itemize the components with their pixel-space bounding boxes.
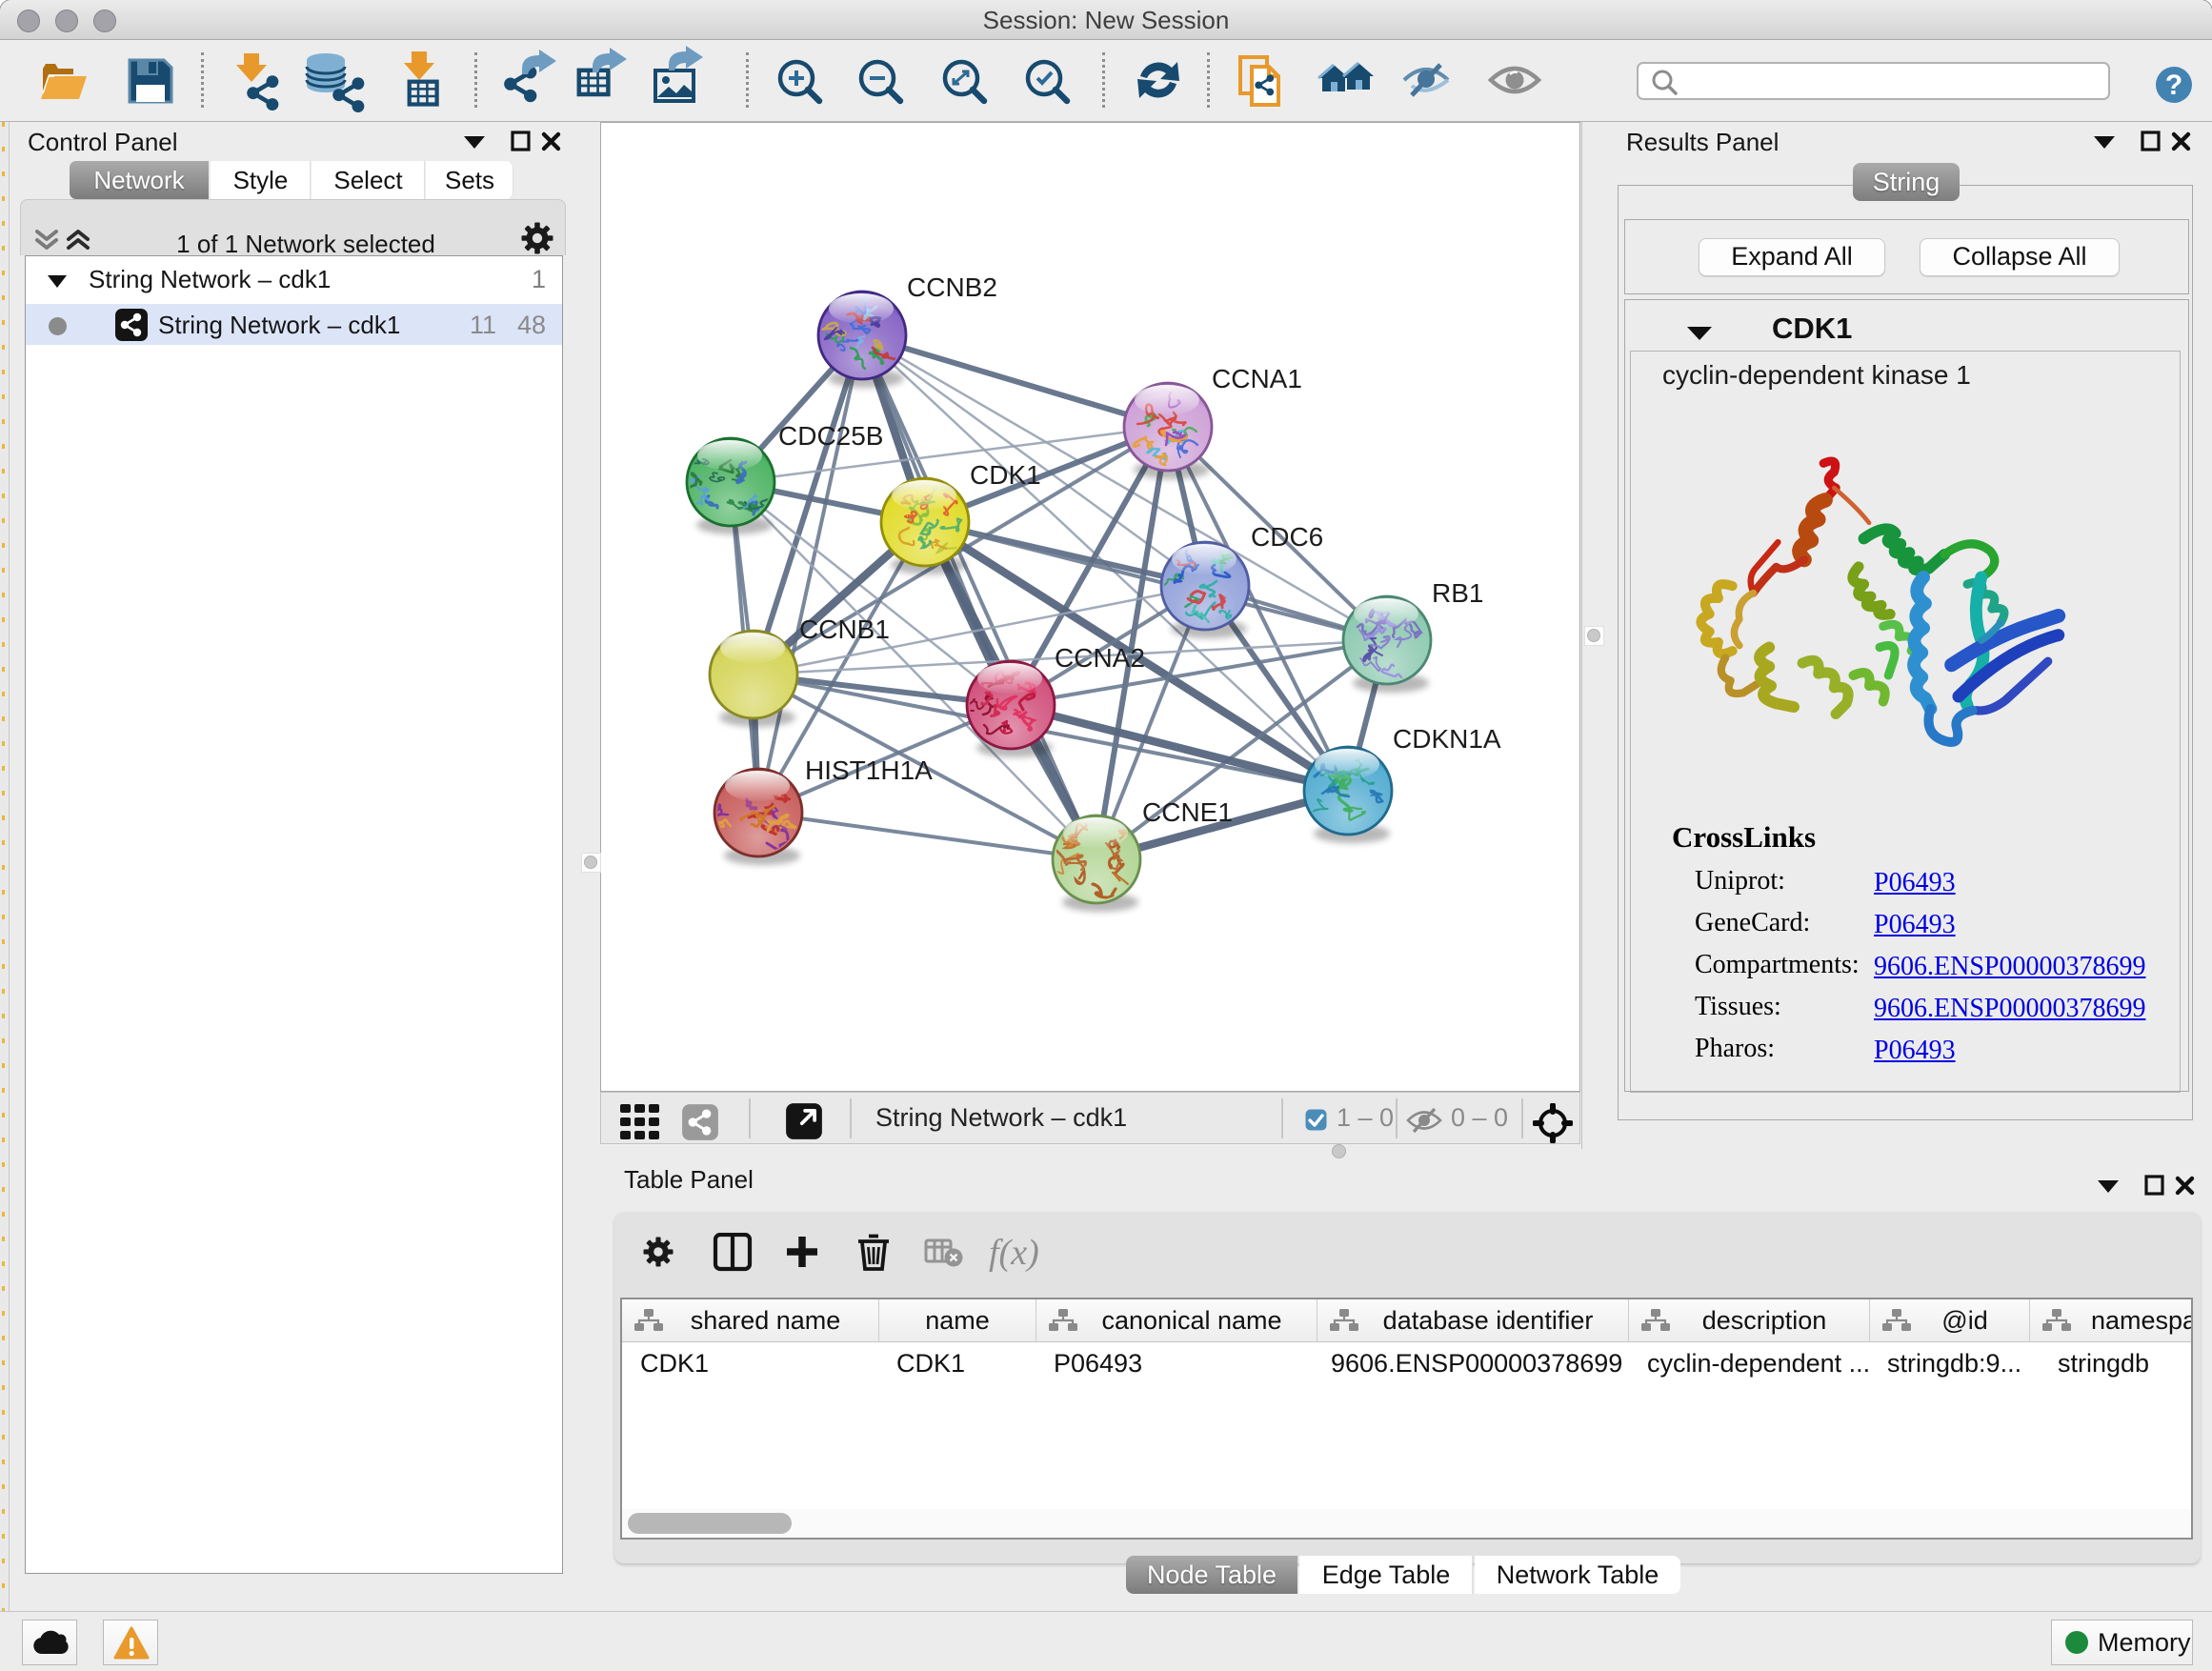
svg-text:CDC6: CDC6 — [1251, 522, 1323, 552]
svg-text:HIST1H1A: HIST1H1A — [805, 755, 933, 785]
svg-text:CCNA2: CCNA2 — [1055, 643, 1145, 673]
svg-text:CCNB1: CCNB1 — [799, 614, 890, 644]
svg-text:f(x): f(x) — [989, 1233, 1039, 1273]
svg-text:CCNA1: CCNA1 — [1212, 364, 1302, 393]
svg-text:CCNE1: CCNE1 — [1142, 797, 1233, 827]
svg-text:CCNB2: CCNB2 — [907, 272, 997, 302]
svg-text:CDKN1A: CDKN1A — [1393, 724, 1501, 754]
svg-text:CDK1: CDK1 — [970, 460, 1041, 490]
svg-text:CDC25B: CDC25B — [778, 421, 883, 451]
svg-text:?: ? — [2165, 70, 2182, 101]
svg-text:RB1: RB1 — [1432, 578, 1483, 608]
